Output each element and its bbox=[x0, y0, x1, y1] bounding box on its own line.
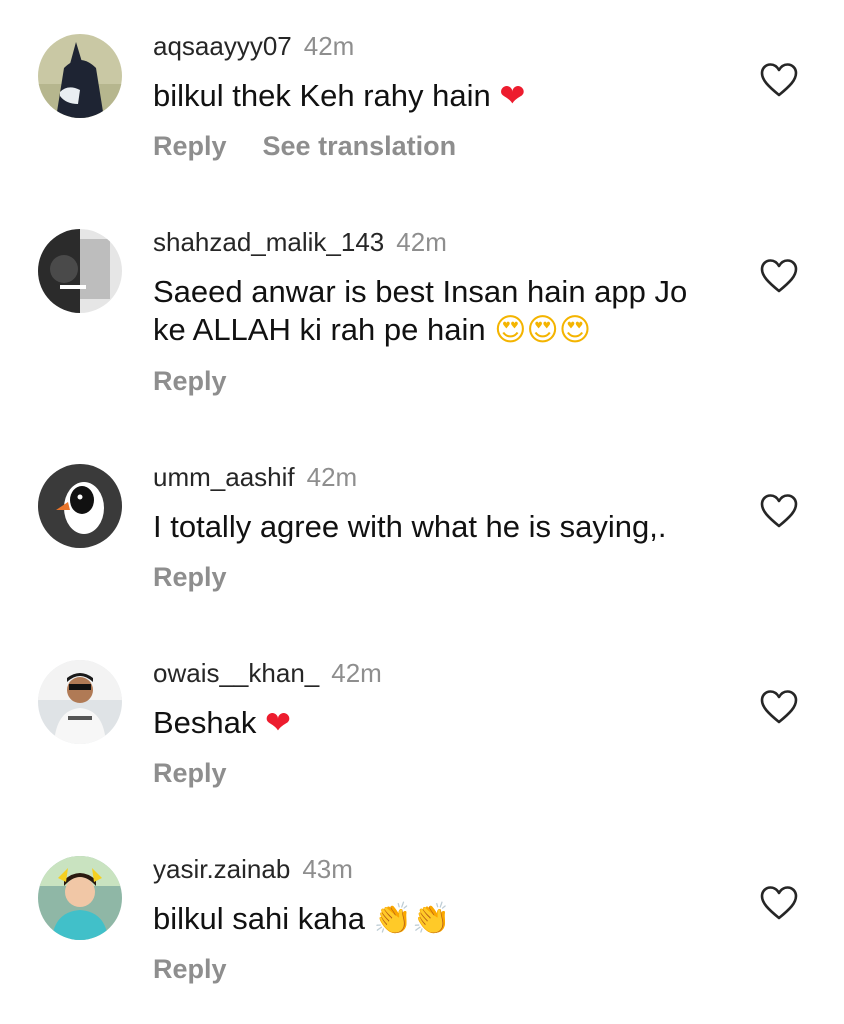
see-translation-button[interactable]: See translation bbox=[263, 131, 457, 161]
comment-body: bilkul sahi kaha bbox=[153, 901, 365, 936]
red-heart-emoji: ❤ bbox=[265, 705, 292, 741]
like-button[interactable] bbox=[760, 493, 798, 529]
comment-text: I totally agree with what he is saying,. bbox=[153, 508, 733, 546]
heart-outline-icon bbox=[760, 886, 798, 920]
comment-text: Beshak ❤ bbox=[153, 704, 733, 742]
comment-body: bilkul thek Keh rahy hain bbox=[153, 78, 491, 113]
username[interactable]: aqsaayyy07 bbox=[153, 31, 292, 61]
reply-button[interactable]: Reply bbox=[153, 366, 227, 396]
comment-text: bilkul sahi kaha 👏👏 bbox=[153, 900, 733, 938]
comment-actions: Reply See translation bbox=[153, 130, 456, 162]
username[interactable]: shahzad_malik_143 bbox=[153, 227, 384, 257]
comment-body: I totally agree with what he is saying,. bbox=[153, 509, 667, 544]
comment-body-line-1: Saeed anwar is best Insan hain app Jo bbox=[153, 274, 688, 309]
username[interactable]: yasir.zainab bbox=[153, 854, 290, 884]
heart-outline-icon bbox=[760, 494, 798, 528]
comment-meta: aqsaayyy07 42m bbox=[153, 30, 354, 62]
username[interactable]: owais__khan_ bbox=[153, 658, 319, 688]
timestamp: 42m bbox=[331, 658, 382, 688]
comment-body: Beshak bbox=[153, 705, 257, 740]
comment-meta: yasir.zainab 43m bbox=[153, 853, 353, 885]
clapping-hands-emoji: 👏👏 bbox=[373, 901, 451, 937]
comment-actions: Reply bbox=[153, 561, 227, 593]
comment-actions: Reply bbox=[153, 365, 227, 397]
comment-text: Saeed anwar is best Insan hain app Jo ke… bbox=[153, 273, 733, 349]
reply-button[interactable]: Reply bbox=[153, 954, 227, 984]
avatar[interactable] bbox=[38, 34, 122, 118]
heart-eyes-emoji: 😍😍😍 bbox=[494, 312, 592, 348]
timestamp: 42m bbox=[396, 227, 447, 257]
comment-actions: Reply bbox=[153, 953, 227, 985]
red-heart-emoji: ❤ bbox=[499, 78, 526, 114]
reply-button[interactable]: Reply bbox=[153, 562, 227, 592]
comment-meta: umm_aashif 42m bbox=[153, 461, 357, 493]
avatar[interactable] bbox=[38, 660, 122, 744]
avatar[interactable] bbox=[38, 229, 122, 313]
like-button[interactable] bbox=[760, 885, 798, 921]
comment-text: bilkul thek Keh rahy hain ❤ bbox=[153, 77, 733, 115]
timestamp: 42m bbox=[303, 31, 355, 61]
reply-button[interactable]: Reply bbox=[153, 758, 227, 788]
comment-meta: owais__khan_ 42m bbox=[153, 657, 382, 689]
like-button[interactable] bbox=[760, 689, 798, 725]
comment-meta: shahzad_malik_143 42m bbox=[153, 226, 447, 258]
heart-outline-icon bbox=[760, 259, 798, 293]
comment-body-line-2: ke ALLAH ki rah pe hain bbox=[153, 312, 486, 347]
like-button[interactable] bbox=[760, 62, 798, 98]
username[interactable]: umm_aashif bbox=[153, 462, 295, 492]
timestamp: 43m bbox=[302, 854, 353, 884]
avatar[interactable] bbox=[38, 856, 122, 940]
reply-button[interactable]: Reply bbox=[153, 131, 227, 161]
heart-outline-icon bbox=[760, 690, 798, 724]
like-button[interactable] bbox=[760, 258, 798, 294]
avatar[interactable] bbox=[38, 464, 122, 548]
heart-outline-icon bbox=[760, 63, 798, 97]
comment-actions: Reply bbox=[153, 757, 227, 789]
timestamp: 42m bbox=[306, 462, 358, 492]
